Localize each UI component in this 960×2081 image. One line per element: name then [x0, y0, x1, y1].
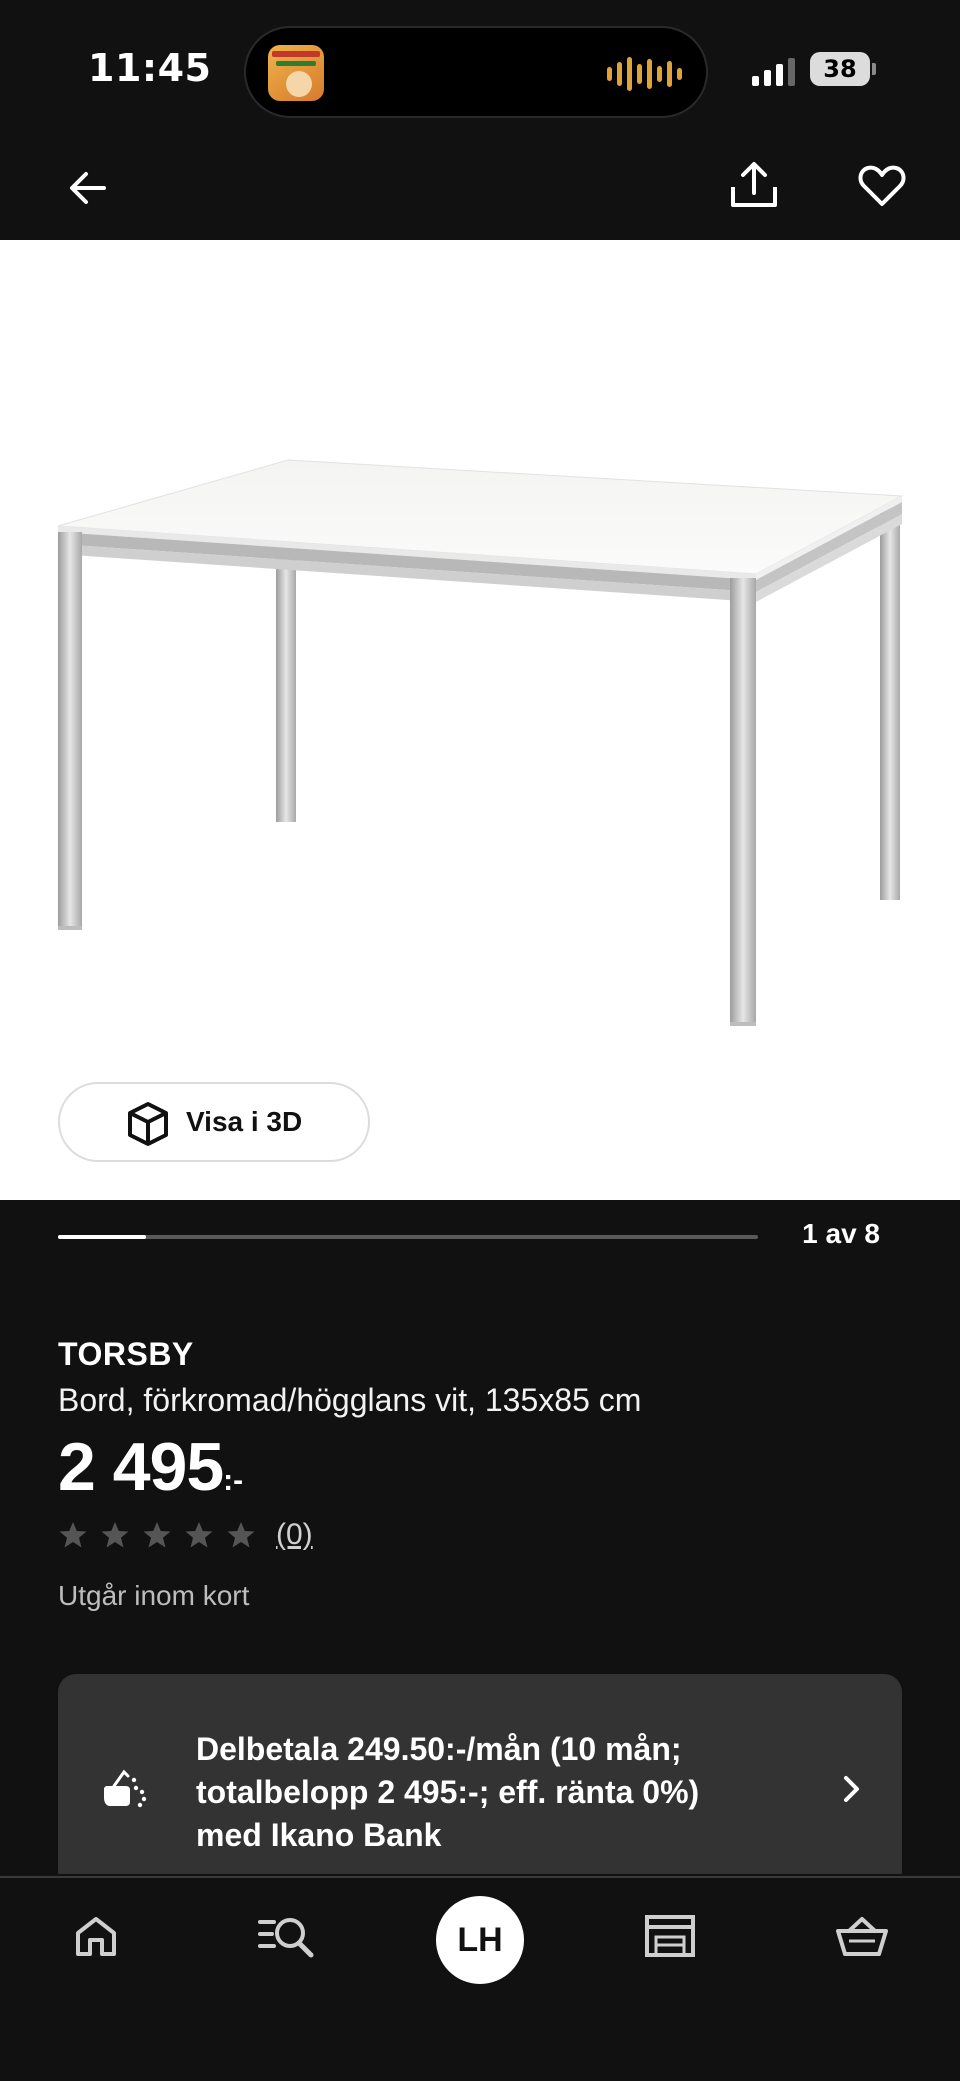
- product-price: 2 495:-: [58, 1428, 243, 1506]
- price-amount: 2 495: [58, 1429, 224, 1505]
- nav-profile-avatar[interactable]: LH: [436, 1896, 524, 1984]
- dynamic-island[interactable]: [244, 26, 708, 118]
- image-carousel-indicator: 1 av 8: [0, 1200, 960, 1300]
- favorite-button[interactable]: [850, 154, 914, 218]
- carousel-progress-track: [58, 1235, 758, 1239]
- heart-icon: [858, 165, 906, 206]
- battery-indicator: 38: [810, 52, 870, 86]
- status-bar: 11:45 38: [0, 0, 960, 140]
- review-count-link[interactable]: (0): [276, 1518, 313, 1552]
- status-time: 11:45: [88, 46, 212, 90]
- share-icon: [731, 162, 777, 207]
- price-suffix: :-: [223, 1464, 244, 1497]
- product-photo-table: [57, 459, 904, 1026]
- back-button[interactable]: [56, 156, 120, 220]
- home-icon: [76, 1917, 116, 1956]
- view-in-3d-label: Visa i 3D: [186, 1106, 303, 1137]
- image-counter: 1 av 8: [802, 1218, 880, 1249]
- share-button[interactable]: [722, 154, 786, 218]
- star-icon: [59, 1522, 87, 1548]
- star-icon: [227, 1522, 255, 1548]
- star-icon: [143, 1522, 171, 1548]
- product-image-gallery[interactable]: Visa i 3D: [0, 240, 960, 1200]
- search-list-icon: [258, 1918, 314, 1958]
- chevron-right-icon: [844, 1776, 859, 1802]
- cellular-signal-icon: [752, 56, 795, 86]
- installment-icon: [104, 1769, 147, 1808]
- basket-icon: [836, 1917, 888, 1956]
- availability-status: Utgår inom kort: [58, 1580, 250, 1611]
- bottom-navigation: LH: [0, 1876, 960, 2081]
- nav-stores[interactable]: [630, 1896, 710, 1976]
- battery-tip: [872, 63, 876, 75]
- album-art-icon: [268, 45, 324, 101]
- carousel-progress-fill: [58, 1235, 146, 1239]
- view-in-3d-button[interactable]: Visa i 3D: [58, 1082, 370, 1162]
- cube-3d-icon: [128, 1102, 168, 1146]
- product-name: TORSBY: [58, 1336, 194, 1372]
- star-icon: [101, 1522, 129, 1548]
- app-header: [0, 140, 960, 240]
- arrow-left-icon: [70, 172, 106, 204]
- star-icon: [185, 1522, 213, 1548]
- nav-basket[interactable]: [822, 1896, 902, 1976]
- waveform-icon: [607, 56, 682, 92]
- product-rating[interactable]: (0): [58, 1518, 313, 1552]
- store-icon: [645, 1915, 695, 1957]
- nav-search[interactable]: [248, 1896, 328, 1976]
- financing-card[interactable]: Delbetala 249.50:-/mån (10 mån; totalbel…: [58, 1674, 902, 1874]
- nav-home[interactable]: [56, 1896, 136, 1976]
- product-description: Bord, förkromad/högglans vit, 135x85 cm: [58, 1382, 642, 1418]
- financing-text: Delbetala 249.50:-/mån (10 mån; totalbel…: [196, 1731, 700, 1853]
